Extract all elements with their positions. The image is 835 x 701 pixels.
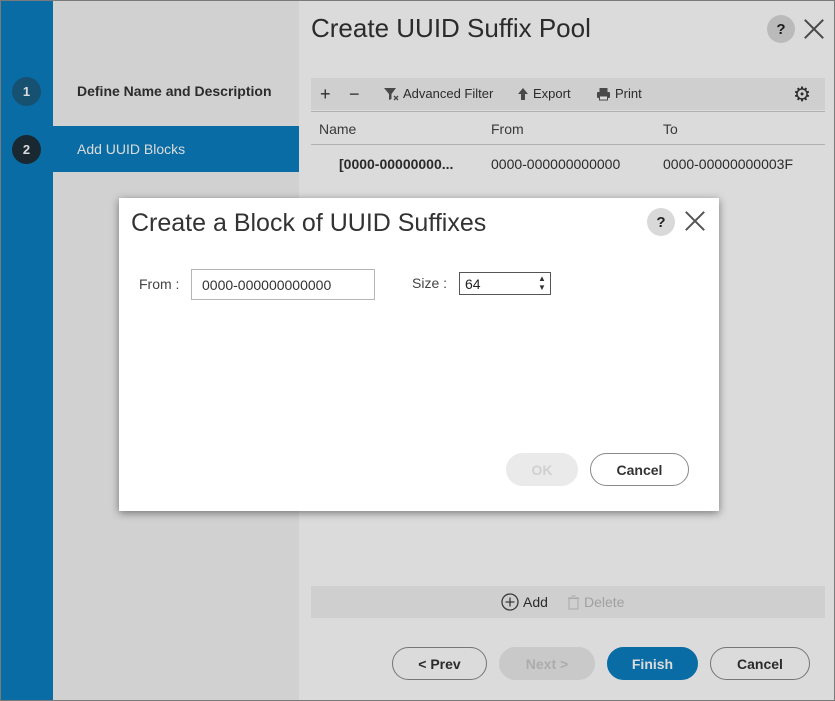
create-block-dialog: Create a Block of UUID Suffixes ? From :… [119, 198, 719, 511]
dialog-title: Create a Block of UUID Suffixes [131, 209, 487, 237]
close-icon[interactable] [684, 210, 706, 232]
size-label: Size : [412, 275, 448, 291]
ok-button[interactable]: OK [506, 453, 578, 486]
dialog-cancel-button[interactable]: Cancel [590, 453, 689, 486]
size-input[interactable] [460, 273, 532, 294]
wizard-window: 1 Define Name and Description 2 Add UUID… [0, 0, 835, 701]
from-label: From : [139, 276, 180, 292]
from-input[interactable] [191, 269, 375, 300]
help-icon[interactable]: ? [647, 208, 675, 236]
size-stepper[interactable]: ▲▼ [459, 272, 551, 295]
spinner-arrows-icon[interactable]: ▲ ▼ [536, 274, 548, 293]
